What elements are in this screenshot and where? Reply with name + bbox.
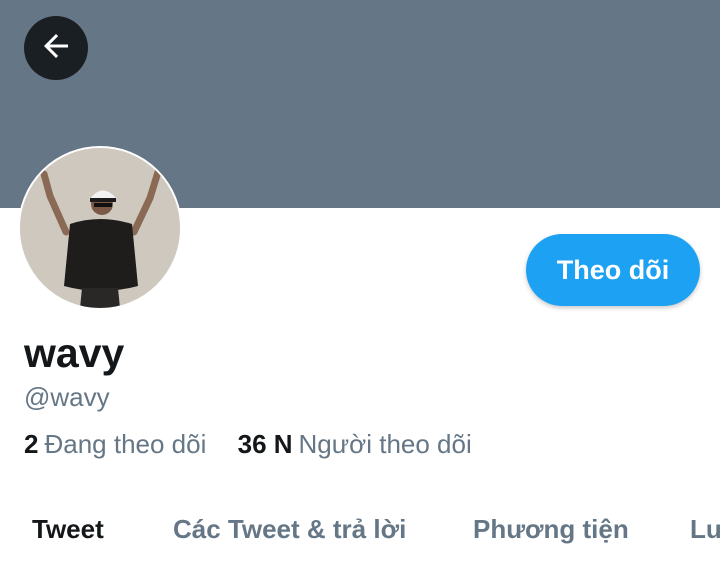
tab-tweets[interactable]: Tweet — [32, 512, 104, 546]
profile-handle: @wavy — [24, 382, 110, 412]
profile-photo — [20, 148, 180, 308]
follow-stats: 2 Đang theo dõi 36 N Người theo dõi — [24, 427, 472, 461]
tab-tweets-and-replies[interactable]: Các Tweet & trả lời — [173, 512, 406, 546]
arrow-left-icon — [38, 28, 74, 69]
back-button[interactable] — [24, 16, 88, 80]
follow-button[interactable]: Theo dõi — [526, 234, 700, 306]
profile-tabs: Tweet Các Tweet & trả lời Phương tiện Lư… — [0, 500, 720, 562]
followers-label: Người theo dõi — [298, 429, 472, 459]
following-label: Đang theo dõi — [44, 429, 207, 459]
tab-media[interactable]: Phương tiện — [473, 512, 629, 546]
tab-likes[interactable]: Lượt thích — [690, 512, 720, 546]
display-name: wavy — [24, 330, 125, 376]
profile-page: Theo dõi wavy @wavy 2 Đang theo dõi 36 NN… — [0, 0, 720, 570]
followers-count: 36 N — [237, 429, 293, 459]
avatar[interactable] — [18, 146, 182, 310]
following-count: 2 — [24, 429, 39, 459]
followers-stat[interactable]: 36 N Người theo dõi — [238, 427, 472, 461]
following-stat[interactable]: 2 Đang theo dõi — [24, 427, 206, 461]
